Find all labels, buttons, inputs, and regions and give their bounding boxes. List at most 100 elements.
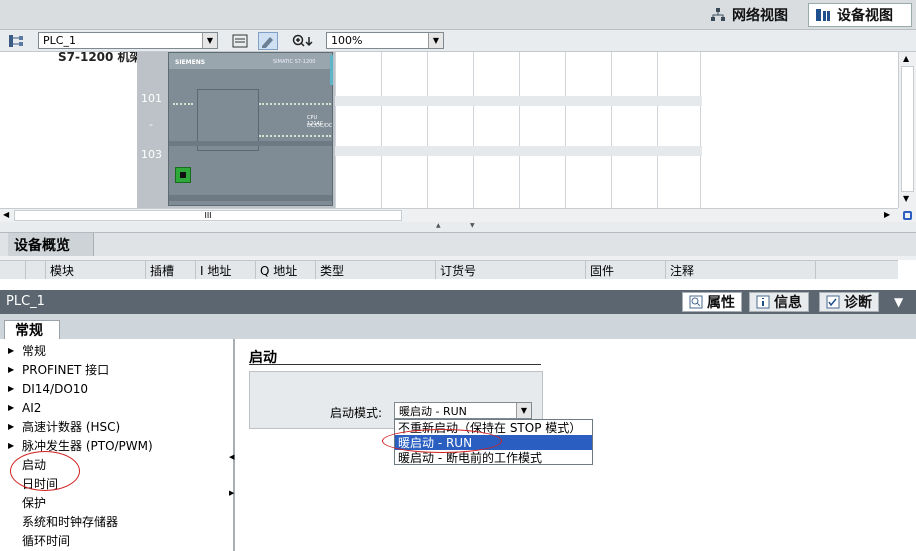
column-header[interactable]: 插槽 [146, 261, 196, 279]
column-header[interactable]: 订货号 [436, 261, 586, 279]
cpu-model-top: SIMATIC S7-1200 [273, 59, 316, 65]
expand-arrow-icon[interactable]: ▶ [8, 403, 22, 412]
tab-info[interactable]: 信息 [749, 292, 809, 312]
rack-slot[interactable] [427, 52, 471, 208]
cpu-brand: SIEMENS [175, 59, 206, 66]
expand-arrow-icon[interactable]: ▶ [8, 441, 22, 450]
slot-number: 103 [141, 148, 162, 161]
zoom-value: 100% [331, 34, 363, 47]
column-header[interactable]: Q 地址 [256, 261, 316, 279]
table-col-blank [816, 261, 898, 279]
scroll-left-icon[interactable]: ◀ [3, 210, 9, 219]
rack-rail [335, 146, 702, 156]
table-col-blank [26, 261, 46, 279]
rack-slot[interactable] [657, 52, 701, 208]
rack-slot[interactable] [335, 52, 379, 208]
rack-label: S7-1200 机架 [58, 52, 142, 64]
tree-item[interactable]: ▶ 高速计数器 (HSC) [8, 417, 120, 436]
tree-item[interactable]: ▶ PROFINET 接口 [8, 360, 109, 379]
topology-button[interactable] [6, 32, 26, 50]
column-header[interactable]: 类型 [316, 261, 436, 279]
device-icon [816, 9, 830, 21]
device-select[interactable]: PLC_1 ▼ [38, 32, 218, 49]
scroll-thumb[interactable] [901, 66, 914, 192]
splitter[interactable]: ▲ ▼ [0, 222, 916, 232]
tree-item[interactable]: 系统和时钟存储器 [8, 512, 118, 531]
splitter-right-icon[interactable]: ▶ [229, 489, 234, 497]
rack-slot[interactable] [611, 52, 655, 208]
tree-item-label: 保护 [22, 496, 47, 510]
expand-arrow-icon[interactable]: ▶ [8, 422, 22, 431]
canvas-vertical-scrollbar[interactable]: ▲ ▼ [898, 52, 916, 208]
network-icon [711, 8, 725, 21]
chevron-down-icon[interactable]: ▼ [428, 33, 443, 48]
device-canvas[interactable]: S7-1200 机架 101 - 103 SIEMENS SIMATIC S7-… [0, 52, 898, 208]
tree-item-label: DI14/DO10 [22, 381, 89, 396]
device-view-button[interactable]: 设备视图 [808, 3, 912, 27]
rack-slot[interactable] [381, 52, 425, 208]
slot-number: 101 [141, 92, 162, 105]
table-corner [0, 261, 26, 279]
splitter-left-icon[interactable]: ◀ [229, 453, 234, 461]
display-area-button[interactable] [230, 32, 250, 50]
rack-slot[interactable] [519, 52, 563, 208]
rack-slot[interactable] [473, 52, 517, 208]
tree-item-label: 循环时间 [22, 534, 71, 548]
tab-info-label: 信息 [774, 295, 802, 311]
properties-content: 启动 启动模式: 暖启动 - RUN ▼ 不重新启动（保持在 STOP 模式） … [237, 339, 916, 551]
display-area-icon [232, 34, 248, 48]
expand-arrow-icon[interactable]: ▶ [8, 365, 22, 374]
device-overview-header: 设备概览 [0, 232, 916, 257]
device-overview-tab[interactable]: 设备概览 [8, 233, 94, 257]
scroll-thumb[interactable]: III [14, 210, 402, 221]
collapse-icon[interactable]: ▼ [894, 295, 903, 309]
tree-item-label: PROFINET 接口 [22, 363, 110, 377]
profinet-port-icon[interactable] [175, 167, 191, 183]
scroll-up-icon[interactable]: ▲ [903, 54, 909, 63]
scroll-grip: III [204, 211, 212, 220]
plc-cpu-module[interactable]: SIEMENS SIMATIC S7-1200 CPU 1214C DC/DC/… [168, 52, 333, 206]
device-select-value: PLC_1 [43, 34, 76, 47]
pencil-icon [262, 37, 273, 48]
zoom-select[interactable]: 100% ▼ [326, 32, 444, 49]
rack-slot[interactable] [565, 52, 609, 208]
inspector-object: PLC_1 [6, 294, 45, 309]
scroll-right-icon[interactable]: ▶ [884, 210, 890, 219]
column-header[interactable]: 注释 [666, 261, 816, 279]
cpu-power: DC/DC/DC [307, 123, 333, 129]
annotation-circle [382, 429, 502, 453]
tab-properties[interactable]: 属性 [682, 292, 742, 312]
zoom-button[interactable] [288, 32, 318, 50]
tree-item[interactable]: 循环时间 [8, 531, 70, 550]
tree-item-label: 常规 [22, 344, 47, 358]
tree-item-label: 高速计数器 (HSC) [22, 420, 121, 434]
tree-item[interactable]: ▶ AI2 [8, 398, 41, 417]
zoom-overview-icon[interactable] [898, 208, 916, 222]
expand-arrow-icon[interactable]: ▶ [8, 346, 22, 355]
column-header[interactable]: I 地址 [196, 261, 256, 279]
device-overview-table: 模块 插槽 I 地址 Q 地址 类型 订货号 固件 注释 [0, 260, 898, 288]
tab-general[interactable]: 常规 [4, 320, 60, 339]
startup-mode-select[interactable]: 暖启动 - RUN ▼ [394, 402, 532, 419]
network-view-button[interactable]: 网络视图 [704, 3, 802, 27]
column-header[interactable]: 模块 [46, 261, 146, 279]
scroll-down-icon[interactable]: ▼ [903, 194, 909, 203]
chevron-down-icon[interactable]: ▼ [202, 33, 217, 48]
expand-arrow-icon[interactable]: ▶ [8, 384, 22, 393]
startup-mode-value: 暖启动 - RUN [399, 404, 467, 418]
tree-item-label: AI2 [22, 400, 42, 415]
rack-rail [335, 96, 702, 106]
tree-item[interactable]: ▶ DI14/DO10 [8, 379, 88, 398]
tab-diagnostics[interactable]: 诊断 [819, 292, 879, 312]
tree-item[interactable]: 保护 [8, 493, 46, 512]
splitter-up-icon[interactable]: ▲ [436, 222, 441, 229]
column-header[interactable]: 固件 [586, 261, 666, 279]
properties-icon [689, 295, 703, 309]
canvas-horizontal-scrollbar[interactable]: ◀ III ▶ [0, 208, 898, 222]
tree-item-label: 系统和时钟存储器 [22, 515, 119, 529]
hide-labels-button[interactable] [258, 32, 278, 50]
splitter-down-icon[interactable]: ▼ [470, 222, 475, 229]
network-view-label: 网络视图 [732, 8, 788, 24]
chevron-down-icon[interactable]: ▼ [516, 403, 531, 418]
tree-item[interactable]: ▶ 常规 [8, 341, 46, 360]
